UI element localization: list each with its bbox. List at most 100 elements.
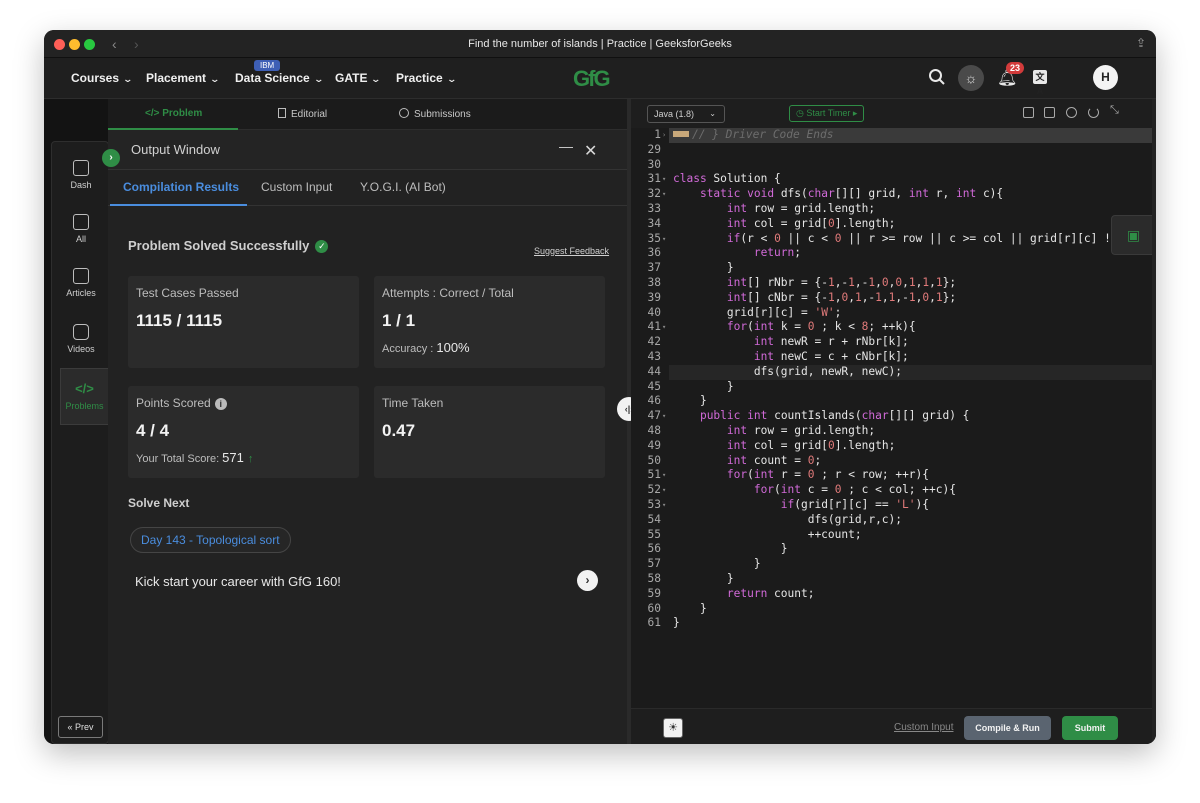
code-line[interactable]: 44 dfs(grid, newR, newC);: [631, 365, 1156, 380]
code-line[interactable]: 43 int newC = c + cNbr[k];: [631, 350, 1156, 365]
points-card: Points Scored i 4 / 4 Your Total Score: 57…: [128, 386, 359, 478]
fold-toggle-icon[interactable]: ▾: [662, 232, 666, 247]
collapse-sidebar-icon[interactable]: ›: [102, 149, 120, 167]
nav-data-science[interactable]: Data Science ⌄: [235, 71, 324, 85]
fold-toggle-icon[interactable]: ›: [662, 128, 666, 143]
code-line[interactable]: 29: [631, 143, 1156, 158]
nav-courses[interactable]: Courses ⌄: [71, 71, 133, 85]
code-line[interactable]: 33 int row = grid.length;: [631, 202, 1156, 217]
nav-practice[interactable]: Practice ⌄: [396, 71, 457, 85]
search-icon[interactable]: [928, 68, 946, 86]
code-line[interactable]: 50 int count = 0;: [631, 454, 1156, 469]
code-line[interactable]: 42 int newR = r + rNbr[k];: [631, 335, 1156, 350]
compile-run-button[interactable]: Compile & Run: [964, 716, 1051, 740]
nav-data-science-label: Data Science: [235, 71, 310, 85]
code-line[interactable]: 36 return;: [631, 246, 1156, 261]
scrollbar[interactable]: [1152, 99, 1156, 744]
code-line[interactable]: 58 }: [631, 572, 1156, 587]
fold-toggle-icon[interactable]: ▾: [662, 483, 666, 498]
tab-submissions[interactable]: Submissions: [399, 108, 471, 120]
code-line[interactable]: 60 }: [631, 602, 1156, 617]
tab-compilation-results[interactable]: Compilation Results: [123, 180, 239, 194]
code-line[interactable]: 41 ▾ for(int k = 0 ; k < 8; ++k){: [631, 320, 1156, 335]
next-problem-chip[interactable]: Day 143 - Topological sort: [130, 527, 291, 553]
suggest-feedback-link[interactable]: Suggest Feedback: [534, 246, 609, 256]
code-line[interactable]: 32 ▾ static void dfs(char[][] grid, int r…: [631, 187, 1156, 202]
submit-button[interactable]: Submit: [1062, 716, 1118, 740]
code-line[interactable]: 52 ▾ for(int c = 0 ; c < col; ++c){: [631, 483, 1156, 498]
nav-gate[interactable]: GATE ⌄: [335, 71, 382, 85]
top-navigation: Courses ⌄ Placement ⌄ IBM Data Science ⌄ GA…: [44, 58, 1156, 99]
code-line[interactable]: 47 ▾ public int countIslands(char[][] gri…: [631, 409, 1156, 424]
code-line[interactable]: 45 }: [631, 380, 1156, 395]
code-line[interactable]: 35 ▾ if(r < 0 || c < 0 || r >= row || c >…: [631, 232, 1156, 247]
start-timer-button[interactable]: ◷ Start Timer ▸: [789, 105, 865, 122]
minimize-icon[interactable]: —: [559, 138, 573, 154]
fold-toggle-icon[interactable]: ▾: [662, 468, 666, 483]
fold-toggle-icon[interactable]: ▾: [662, 409, 666, 424]
code-line[interactable]: 34 int col = grid[0].length;: [631, 217, 1156, 232]
language-select[interactable]: Java (1.8) ⌄: [647, 105, 725, 123]
code-line[interactable]: 1 › // } Driver Code Ends: [631, 128, 1156, 143]
sidebar-item-articles[interactable]: Articles: [52, 268, 110, 298]
sidebar-item-dash[interactable]: Dash: [52, 160, 110, 190]
code-line[interactable]: 39 int[] cNbr = {-1,0,1,-1,1,-1,0,1};: [631, 291, 1156, 306]
fold-toggle-icon[interactable]: ▾: [662, 172, 666, 187]
line-number: 54: [647, 512, 661, 526]
lightbulb-icon[interactable]: ☀: [663, 718, 683, 738]
gear-icon[interactable]: [1066, 107, 1077, 118]
line-number: 50: [647, 453, 661, 467]
code-line[interactable]: 31 ▾ class Solution {: [631, 172, 1156, 187]
line-number: 47: [647, 409, 661, 423]
code-line[interactable]: 53 ▾ if(grid[r][c] == 'L'){: [631, 498, 1156, 513]
code-text: }: [673, 616, 680, 630]
code-line[interactable]: 48 int row = grid.length;: [631, 424, 1156, 439]
chat-icon[interactable]: ▣: [1111, 215, 1156, 255]
code-area[interactable]: 1 ›// } Driver Code Ends 29 30 31 ▾ class Solu…: [631, 128, 1156, 708]
sidebar-item-problems[interactable]: </> Problems: [60, 368, 109, 425]
fullscreen-icon[interactable]: ⤡: [1110, 104, 1121, 116]
active-tab-indicator: [110, 204, 247, 206]
translate-icon[interactable]: 文A: [1033, 70, 1047, 96]
output-window: › Output Window — ✕ Compilation Results …: [102, 130, 627, 744]
sidebar-item-videos[interactable]: Videos: [52, 324, 110, 354]
tab-editorial[interactable]: Editorial: [278, 108, 327, 120]
reset-icon[interactable]: [1088, 107, 1099, 118]
code-line[interactable]: 51 ▾ for(int r = 0 ; r < row; ++r){: [631, 468, 1156, 483]
fold-toggle-icon[interactable]: ▾: [662, 187, 666, 202]
line-number: 49: [647, 438, 661, 452]
custom-input-link[interactable]: Custom Input: [894, 722, 953, 733]
avatar[interactable]: H: [1093, 65, 1118, 90]
nav-placement[interactable]: Placement ⌄: [146, 71, 220, 85]
code-line[interactable]: 59 return count;: [631, 587, 1156, 602]
code-line[interactable]: 37 }: [631, 261, 1156, 276]
chevron-down-icon: ⌄: [313, 74, 324, 84]
info-icon[interactable]: i: [214, 398, 227, 410]
code-line[interactable]: 55 ++count;: [631, 528, 1156, 543]
fold-toggle-icon[interactable]: ▾: [662, 320, 666, 335]
tab-yogi-ai-bot[interactable]: Y.O.G.I. (AI Bot): [360, 180, 446, 194]
import-icon[interactable]: [1044, 107, 1055, 118]
code-line[interactable]: 49 int col = grid[0].length;: [631, 439, 1156, 454]
tab-problem[interactable]: </> Problem: [145, 108, 202, 119]
chevron-right-icon[interactable]: ›: [577, 570, 598, 591]
fold-toggle-icon[interactable]: ▾: [662, 498, 666, 513]
sidebar-item-all[interactable]: All: [52, 214, 110, 244]
code-line[interactable]: 40 grid[r][c] = 'W';: [631, 306, 1156, 321]
close-icon[interactable]: ✕: [584, 141, 597, 161]
code-line[interactable]: 30: [631, 158, 1156, 173]
code-line[interactable]: 61}: [631, 616, 1156, 631]
share-icon[interactable]: ⇪: [1136, 36, 1146, 50]
fold-marker-icon[interactable]: [673, 131, 689, 137]
code-text: if(grid[r][c] == 'L'){: [780, 498, 930, 511]
code-line[interactable]: 46 }: [631, 394, 1156, 409]
gfg-logo[interactable]: GfG: [573, 66, 611, 92]
theme-toggle-icon[interactable]: ☼: [958, 65, 984, 91]
code-line[interactable]: 54 dfs(grid,r,c);: [631, 513, 1156, 528]
code-line[interactable]: 57 }: [631, 557, 1156, 572]
prev-button[interactable]: « Prev: [58, 716, 103, 738]
tab-custom-input[interactable]: Custom Input: [261, 180, 332, 194]
copy-icon[interactable]: [1023, 107, 1034, 118]
code-line[interactable]: 56 }: [631, 542, 1156, 557]
code-line[interactable]: 38 int[] rNbr = {-1,-1,-1,0,0,1,1,1};: [631, 276, 1156, 291]
